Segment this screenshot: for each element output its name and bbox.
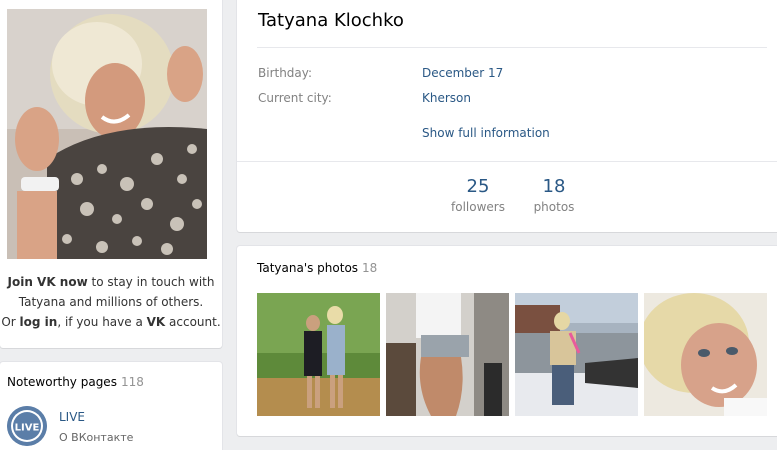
photo-thumbnail[interactable] bbox=[257, 293, 380, 416]
divider bbox=[237, 161, 777, 162]
join-prompt: Join VK now to stay in touch with Tatyan… bbox=[0, 272, 222, 332]
followers-label: followers bbox=[451, 200, 505, 214]
live-logo-icon[interactable]: LIVE bbox=[7, 406, 47, 446]
photos-label: photos bbox=[533, 200, 575, 214]
birthday-label: Birthday: bbox=[258, 66, 313, 80]
join-text-3b: , if you have a bbox=[57, 315, 147, 329]
join-text-3a: Or bbox=[1, 315, 20, 329]
join-text-3c: account. bbox=[165, 315, 221, 329]
photos-count: 18 bbox=[542, 176, 566, 197]
photos-title[interactable]: Tatyana's photos 18 bbox=[257, 261, 377, 275]
photos-title-text: Tatyana's photos bbox=[257, 261, 359, 275]
photo-thumbnail[interactable] bbox=[386, 293, 509, 416]
svg-text:LIVE: LIVE bbox=[15, 423, 40, 434]
live-page-name[interactable]: LIVE bbox=[59, 410, 85, 424]
noteworthy-title[interactable]: Noteworthy pages 118 bbox=[7, 375, 144, 389]
join-text-2: Tatyana and millions of others. bbox=[18, 295, 204, 309]
avatar-card: Join VK now to stay in touch with Tatyan… bbox=[0, 0, 222, 348]
join-text-1: to stay in touch with bbox=[87, 275, 215, 289]
divider bbox=[257, 47, 767, 48]
photos-title-count: 18 bbox=[362, 261, 378, 275]
noteworthy-pages-card: Noteworthy pages 118 LIVE LIVE О ВКонтакт… bbox=[0, 362, 222, 450]
join-link[interactable]: Join VK now bbox=[8, 275, 88, 289]
page-title: Tatyana Klochko bbox=[258, 10, 404, 31]
noteworthy-count: 118 bbox=[120, 375, 144, 389]
vk-brand: VK bbox=[146, 315, 166, 329]
photos-card: Tatyana's photos 18 bbox=[237, 246, 777, 436]
followers-count: 25 bbox=[466, 176, 490, 197]
followers-counter[interactable]: 25 followers bbox=[445, 176, 511, 216]
city-value[interactable]: Kherson bbox=[422, 91, 471, 105]
photos-counter[interactable]: 18 photos bbox=[527, 176, 581, 216]
photo-thumbnail[interactable] bbox=[515, 293, 638, 416]
city-label: Current city: bbox=[258, 91, 332, 105]
profile-avatar[interactable] bbox=[7, 9, 207, 259]
noteworthy-item-live[interactable]: LIVE LIVE О ВКонтакте bbox=[7, 404, 207, 448]
show-full-info-link[interactable]: Show full information bbox=[422, 126, 550, 140]
live-page-subtitle: О ВКонтакте bbox=[59, 431, 134, 444]
photo-thumbnail[interactable] bbox=[644, 293, 767, 416]
login-link[interactable]: log in bbox=[20, 315, 58, 329]
profile-info-card: Tatyana Klochko Birthday: December 17 Cu… bbox=[237, 0, 777, 232]
birthday-value[interactable]: December 17 bbox=[422, 66, 503, 80]
noteworthy-title-text: Noteworthy pages bbox=[7, 375, 117, 389]
